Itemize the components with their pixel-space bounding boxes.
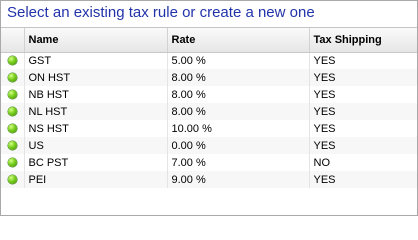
table-row[interactable]: PEI 9.00 % YES: [1, 171, 417, 188]
tax-rule-rate: 0.00 %: [167, 137, 310, 154]
tax-rule-name: NS HST: [24, 120, 168, 137]
table-row[interactable]: NB HST 8.00 % YES: [1, 86, 417, 103]
tax-rule-rate: 9.00 %: [167, 171, 310, 188]
tax-rule-name: NB HST: [24, 86, 168, 103]
status-active-icon: [7, 124, 17, 134]
panel-title: Select an existing tax rule or create a …: [1, 1, 417, 28]
tax-rule-rate: 10.00 %: [167, 120, 310, 137]
tax-rule-rate: 7.00 %: [167, 154, 310, 171]
table-row[interactable]: NS HST 10.00 % YES: [1, 120, 417, 137]
status-active-icon: [7, 175, 17, 185]
table-row[interactable]: BC PST 7.00 % NO: [1, 154, 417, 171]
tax-rule-shipping: YES: [309, 171, 417, 188]
tax-rule-rate: 8.00 %: [167, 103, 310, 120]
table-row[interactable]: NL HST 8.00 % YES: [1, 103, 417, 120]
tax-rule-name: US: [24, 137, 168, 154]
tax-rule-shipping: YES: [313, 54, 336, 67]
status-active-icon: [7, 107, 17, 117]
column-header-name[interactable]: Name: [24, 28, 168, 53]
tax-rule-shipping: NO: [313, 156, 331, 169]
tax-rules-panel: Select an existing tax rule or create a …: [0, 0, 418, 216]
table-header-row: Name Rate Tax Shipping: [1, 28, 417, 53]
tax-rule-shipping: YES: [313, 88, 336, 101]
tax-rule-shipping: YES: [309, 137, 417, 154]
table-row[interactable]: ON HST 8.00 % YES: [1, 69, 417, 86]
table-row[interactable]: US 0.00 % YES: [1, 137, 417, 154]
column-header-status[interactable]: [1, 28, 25, 53]
status-active-icon: [7, 90, 17, 100]
tax-rule-name: BC PST: [24, 154, 168, 171]
column-header-tax-shipping[interactable]: Tax Shipping: [309, 28, 417, 53]
column-header-rate[interactable]: Rate: [167, 28, 310, 53]
tax-rule-name: GST: [24, 52, 168, 69]
tax-rule-name: NL HST: [24, 103, 168, 120]
tax-rule-shipping: YES: [309, 69, 417, 86]
table-row[interactable]: GST 5.00 % YES: [1, 52, 417, 69]
status-active-icon: [7, 73, 17, 83]
tax-rule-shipping: YES: [313, 122, 336, 135]
tax-rule-rate: 8.00 %: [167, 69, 310, 86]
status-active-icon: [7, 56, 17, 66]
tax-rule-rate: 5.00 %: [167, 52, 310, 69]
tax-rule-name: PEI: [24, 171, 168, 188]
tax-rule-rate: 8.00 %: [167, 86, 310, 103]
status-active-icon: [7, 141, 17, 151]
tax-rules-table: Name Rate Tax Shipping GST 5.00 % YES ON…: [1, 28, 417, 188]
tax-rule-name: ON HST: [24, 69, 168, 86]
tax-rule-shipping: YES: [309, 103, 417, 120]
status-active-icon: [7, 158, 17, 168]
